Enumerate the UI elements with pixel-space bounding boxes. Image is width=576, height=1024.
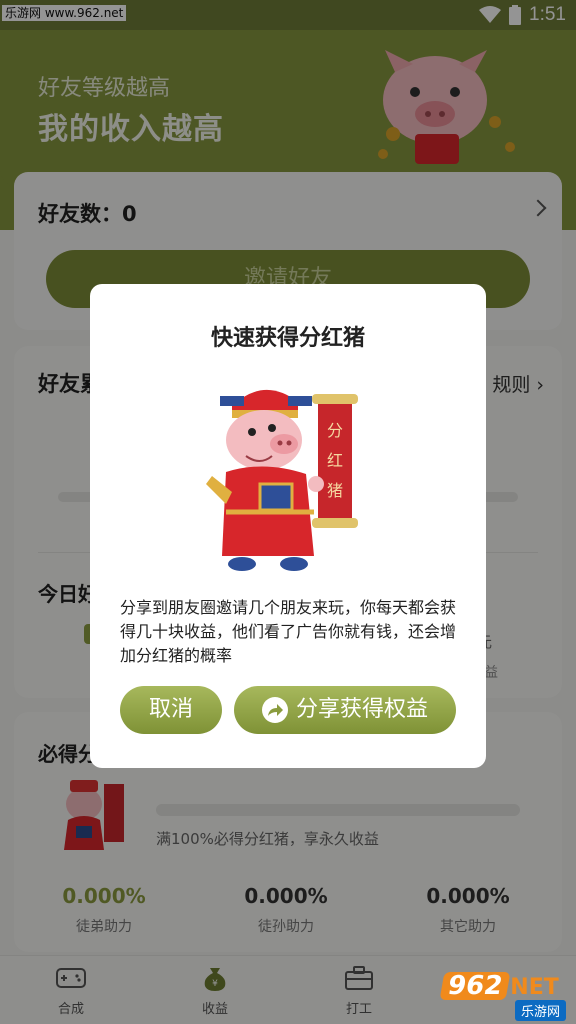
logo-suffix: NET bbox=[510, 975, 559, 1000]
dialog-title: 快速获得分红猪 bbox=[210, 326, 365, 351]
scroll-char: 红 bbox=[327, 451, 343, 470]
share-dialog: 快速获得分红猪 分 红 猪 分享到朋友圈邀请几个朋友来玩，你每天都会获得几十块收… bbox=[90, 284, 486, 768]
cancel-button[interactable]: 取消 bbox=[120, 686, 222, 734]
share-button-label: 分享获得权益 bbox=[295, 697, 428, 722]
scroll-char: 猪 bbox=[327, 481, 343, 500]
share-button[interactable]: 分享获得权益 bbox=[234, 686, 456, 734]
logo-number: 962 bbox=[439, 971, 511, 1001]
logo-chinese: 乐游网 bbox=[514, 1000, 566, 1021]
dividend-pig-illustration: 分 红 猪 bbox=[202, 380, 378, 580]
site-logo: 962 NET 乐游网 bbox=[439, 971, 572, 1022]
dialog-message: 分享到朋友圈邀请几个朋友来玩，你每天都会获得几十块收益，他们看了广告你就有钱，还… bbox=[120, 598, 457, 665]
share-arrow-icon bbox=[261, 697, 288, 723]
scroll-char: 分 bbox=[327, 421, 343, 440]
